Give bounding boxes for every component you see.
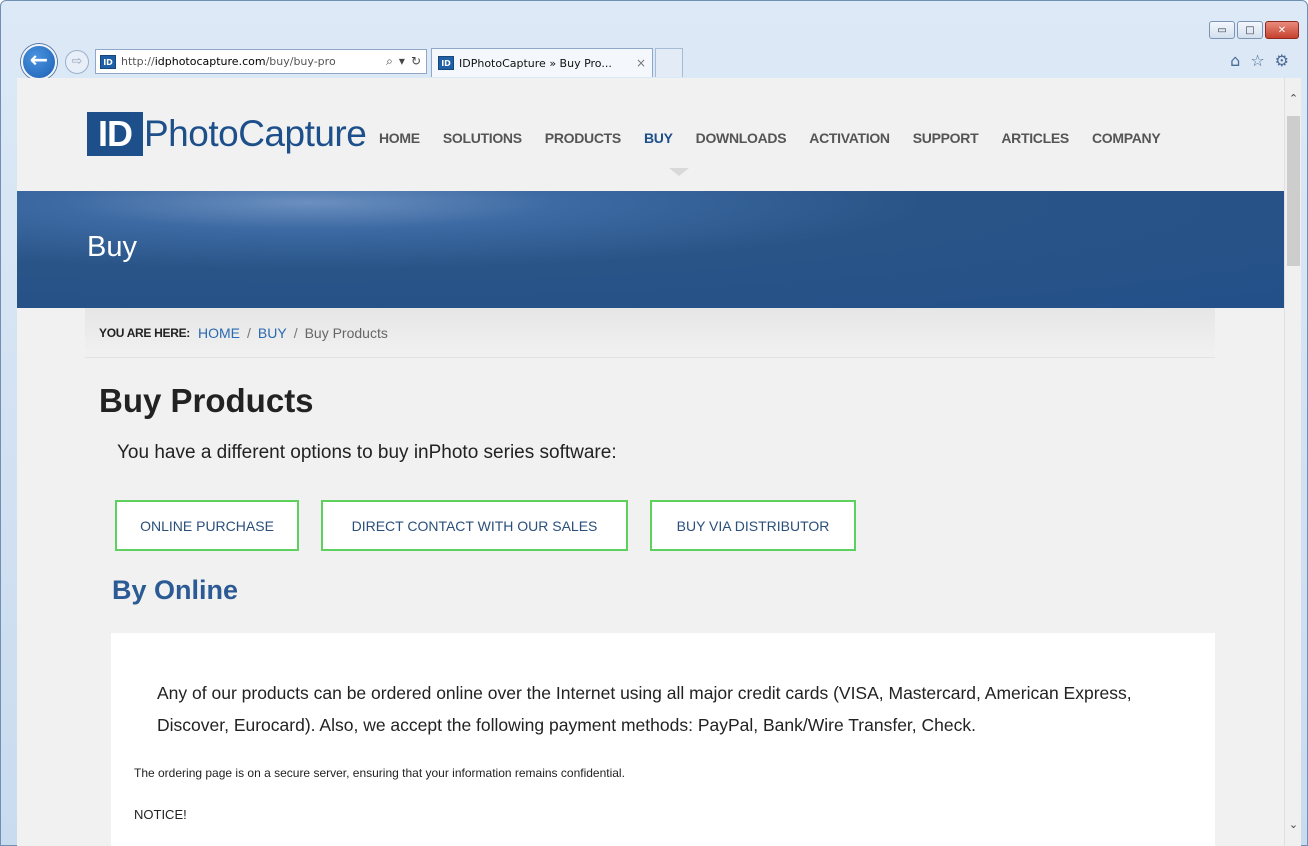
minimize-button[interactable]: ▭ — [1209, 21, 1235, 39]
forward-arrow-icon: ⇨ — [71, 54, 83, 69]
home-icon[interactable]: ⌂ — [1230, 51, 1240, 70]
nav-item-solutions[interactable]: SOLUTIONS — [443, 130, 522, 146]
new-tab-button[interactable] — [655, 48, 683, 77]
back-button[interactable]: ← — [21, 44, 57, 80]
search-icon[interactable]: ⌕ — [386, 54, 393, 69]
tab-title: IDPhotoCapture » Buy Pro... — [459, 56, 612, 70]
browser-window: ▭ □ ✕ ← ⇨ ID http://idphotocapture.com/b… — [0, 0, 1308, 846]
breadcrumb: YOU ARE HERE: HOME / BUY / Buy Products — [85, 308, 1215, 358]
scroll-down-icon[interactable]: ⌄ — [1285, 818, 1301, 835]
banner-title: Buy — [87, 231, 137, 263]
back-arrow-icon: ← — [29, 48, 49, 73]
breadcrumb-separator: / — [293, 324, 298, 341]
tab-favicon-icon: ID — [438, 56, 454, 70]
address-bar[interactable]: ID http://idphotocapture.com/buy/buy-pro… — [95, 49, 427, 74]
section-heading: By Online — [112, 575, 239, 605]
dropdown-icon[interactable]: ▾ — [399, 54, 405, 69]
breadcrumb-current: Buy Products — [304, 324, 388, 341]
secure-server-text: The ordering page is on a secure server,… — [134, 766, 625, 780]
forward-button[interactable]: ⇨ — [65, 50, 89, 74]
nav-item-products[interactable]: PRODUCTS — [545, 130, 621, 146]
url-text[interactable]: http://idphotocapture.com/buy/buy-pro — [121, 55, 381, 68]
nav-item-activation[interactable]: ACTIVATION — [809, 130, 890, 146]
breadcrumb-separator: / — [247, 324, 251, 341]
scroll-up-icon[interactable]: ⌃ — [1285, 92, 1301, 109]
site-logo[interactable]: ID PhotoCapture — [87, 112, 367, 156]
tab-close-icon[interactable]: × — [636, 56, 646, 70]
close-window-button[interactable]: ✕ — [1265, 21, 1299, 39]
nav-item-buy[interactable]: BUY — [644, 130, 673, 146]
page-title: Buy Products — [99, 382, 314, 419]
url-path: /buy/buy-pro — [265, 55, 336, 68]
breadcrumb-label: YOU ARE HERE: — [99, 325, 190, 340]
settings-gear-icon[interactable]: ⚙ — [1275, 51, 1289, 70]
nav-item-company[interactable]: COMPANY — [1092, 130, 1161, 146]
intro-text: You have a different options to buy inPh… — [117, 442, 617, 463]
nav-item-support[interactable]: SUPPORT — [913, 130, 979, 146]
url-domain: idphotocapture.com — [154, 55, 266, 68]
page-banner: Buy — [17, 191, 1284, 308]
main-nav: HOME SOLUTIONS PRODUCTS BUY DOWNLOADS AC… — [379, 130, 1183, 146]
maximize-button[interactable]: □ — [1237, 21, 1263, 39]
logo-box: ID — [87, 112, 143, 156]
breadcrumb-home-link[interactable]: HOME — [198, 325, 240, 341]
buy-via-distributor-button[interactable]: BUY VIA DISTRIBUTOR — [650, 500, 856, 551]
window-controls: ▭ □ ✕ — [1209, 21, 1299, 39]
nav-item-articles[interactable]: ARTICLES — [1001, 130, 1069, 146]
active-nav-caret-icon — [669, 168, 689, 176]
site-favicon-icon: ID — [100, 54, 116, 69]
address-tools: ⌕ ▾ ↻ — [381, 54, 426, 69]
nav-item-downloads[interactable]: DOWNLOADS — [696, 130, 787, 146]
online-content-box: Any of our products can be ordered onlin… — [111, 633, 1215, 846]
favorites-star-icon[interactable]: ☆ — [1250, 51, 1264, 70]
vertical-scrollbar[interactable]: ⌃ ⌄ — [1284, 78, 1301, 846]
page-viewport: ID PhotoCapture HOME SOLUTIONS PRODUCTS … — [17, 78, 1301, 846]
url-prefix: http:// — [121, 55, 155, 68]
nav-item-home[interactable]: HOME — [379, 130, 420, 146]
breadcrumb-buy-link[interactable]: BUY — [258, 325, 287, 341]
scroll-thumb[interactable] — [1287, 116, 1300, 266]
direct-contact-sales-button[interactable]: DIRECT CONTACT WITH OUR SALES — [321, 500, 628, 551]
refresh-icon[interactable]: ↻ — [411, 54, 421, 69]
online-purchase-button[interactable]: ONLINE PURCHASE — [115, 500, 299, 551]
notice-text: NOTICE! — [134, 807, 187, 822]
browser-tab[interactable]: ID IDPhotoCapture » Buy Pro... × — [431, 48, 653, 77]
browser-toolbar: ⌂ ☆ ⚙ — [1230, 51, 1289, 70]
site-header: ID PhotoCapture HOME SOLUTIONS PRODUCTS … — [17, 78, 1284, 191]
logo-text: PhotoCapture — [144, 113, 367, 154]
payment-methods-text: Any of our products can be ordered onlin… — [157, 683, 1132, 735]
